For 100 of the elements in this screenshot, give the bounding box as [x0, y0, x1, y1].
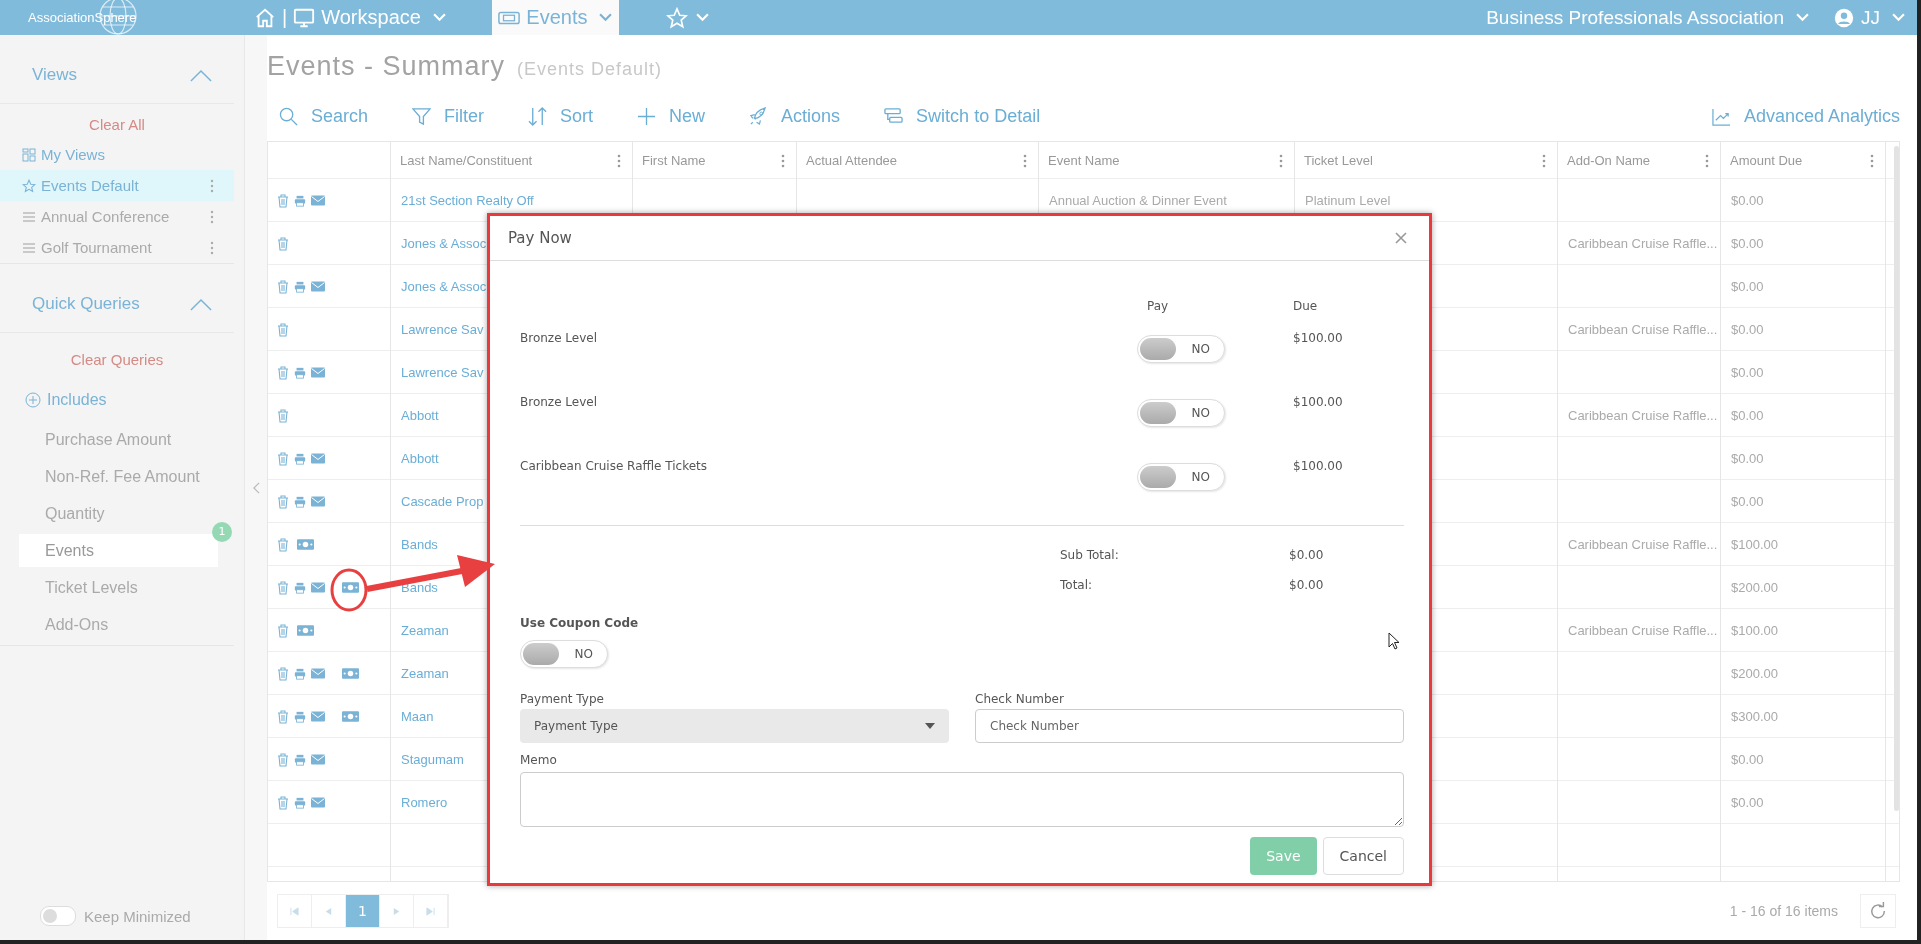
view-item[interactable]: Annual Conference [0, 201, 234, 232]
query-item[interactable]: Ticket Levels [19, 571, 218, 604]
constituent-link[interactable]: 21st Section Realty Off [401, 193, 534, 208]
query-item[interactable]: Purchase Amount [19, 423, 218, 456]
home-icon[interactable] [254, 6, 276, 29]
column-header[interactable]: Event Name [1048, 153, 1120, 168]
chevron-up-icon[interactable] [190, 297, 212, 311]
query-item[interactable]: Events [19, 534, 218, 567]
constituent-link[interactable]: Lawrence Sav [401, 365, 484, 380]
printer-icon[interactable] [294, 451, 306, 466]
constituent-link[interactable]: Lawrence Sav [401, 322, 484, 337]
keep-minimized-switch[interactable] [40, 906, 76, 926]
trash-icon[interactable] [277, 752, 289, 767]
includes-toggle[interactable]: Includes [0, 380, 107, 420]
logo-text[interactable]: AssociationSphere [28, 10, 137, 25]
printer-icon[interactable] [294, 580, 306, 595]
constituent-link[interactable]: Jones & Assoc [401, 236, 487, 251]
column-menu-icon[interactable] [1542, 153, 1546, 168]
pay-toggle[interactable]: NO [1137, 399, 1225, 427]
envelope-icon[interactable] [311, 797, 325, 808]
toolbar-button[interactable]: Sort [528, 105, 594, 127]
column-menu-icon[interactable] [1870, 153, 1874, 168]
constituent-link[interactable]: Bands [401, 537, 438, 552]
constituent-link[interactable]: Romero [401, 795, 448, 810]
trash-icon[interactable] [277, 623, 289, 638]
page-button[interactable]: 1 [346, 895, 380, 927]
constituent-link[interactable]: Abbott [401, 451, 439, 466]
chevron-up-icon[interactable] [190, 68, 212, 82]
constituent-link[interactable]: Stagumam [401, 752, 464, 767]
view-item[interactable]: Golf Tournament [0, 232, 234, 263]
envelope-icon[interactable] [311, 668, 325, 679]
payment-type-select[interactable]: Payment Type [520, 709, 949, 743]
envelope-icon[interactable] [311, 453, 325, 464]
toolbar-button[interactable]: Search [279, 105, 369, 127]
column-header[interactable]: Add-On Name [1567, 153, 1651, 168]
refresh-button[interactable] [1860, 894, 1896, 928]
cancel-button[interactable]: Cancel [1322, 837, 1404, 875]
clear-queries-link[interactable]: Clear Queries [70, 351, 164, 368]
trash-icon[interactable] [277, 580, 289, 595]
column-header[interactable]: First Name [642, 153, 706, 168]
toolbar-button[interactable]: Actions [749, 105, 841, 127]
view-item[interactable]: Events Default [0, 170, 234, 201]
close-icon[interactable] [1395, 232, 1407, 244]
analytics-button[interactable]: Advanced Analytics [1711, 105, 1900, 127]
printer-icon[interactable] [294, 795, 306, 810]
organization-menu[interactable]: Business Professionals Association [1486, 0, 1809, 35]
trash-icon[interactable] [277, 537, 289, 552]
cash-icon[interactable] [342, 711, 359, 722]
more-icon[interactable] [210, 240, 214, 255]
toolbar-button[interactable]: New [637, 105, 706, 127]
printer-icon[interactable] [294, 666, 306, 681]
trash-icon[interactable] [277, 279, 289, 294]
column-menu-icon[interactable] [1705, 153, 1709, 168]
cash-icon[interactable] [342, 582, 359, 593]
trash-icon[interactable] [277, 494, 289, 509]
trash-icon[interactable] [277, 408, 289, 423]
column-header[interactable]: Ticket Level [1304, 153, 1373, 168]
clear-all-link[interactable]: Clear All [89, 116, 145, 133]
column-menu-icon[interactable] [617, 153, 621, 168]
printer-icon[interactable] [294, 365, 306, 380]
envelope-icon[interactable] [311, 367, 325, 378]
envelope-icon[interactable] [311, 195, 325, 206]
column-header[interactable]: Amount Due [1730, 153, 1803, 168]
printer-icon[interactable] [294, 279, 306, 294]
constituent-link[interactable]: Abbott [401, 408, 439, 423]
trash-icon[interactable] [277, 709, 289, 724]
pay-toggle[interactable]: NO [1137, 335, 1225, 363]
query-item[interactable]: Add-Ons [19, 608, 218, 641]
constituent-link[interactable]: Zeaman [401, 666, 449, 681]
trash-icon[interactable] [277, 193, 289, 208]
toolbar-button[interactable]: Switch to Detail [884, 105, 1041, 127]
trash-icon[interactable] [277, 322, 289, 337]
envelope-icon[interactable] [311, 582, 325, 593]
toolbar-button[interactable]: Filter [412, 105, 485, 127]
envelope-icon[interactable] [311, 754, 325, 765]
more-icon[interactable] [210, 178, 214, 193]
trash-icon[interactable] [277, 666, 289, 681]
column-header[interactable]: Actual Attendee [806, 153, 898, 168]
cash-icon[interactable] [297, 625, 314, 636]
view-item[interactable]: My Views [0, 139, 234, 170]
printer-icon[interactable] [294, 193, 306, 208]
envelope-icon[interactable] [311, 496, 325, 507]
coupon-toggle[interactable]: NO [520, 640, 608, 668]
trash-icon[interactable] [277, 451, 289, 466]
trash-icon[interactable] [277, 365, 289, 380]
constituent-link[interactable]: Maan [401, 709, 434, 724]
cash-icon[interactable] [297, 539, 314, 550]
envelope-icon[interactable] [311, 711, 325, 722]
memo-field[interactable] [520, 772, 1404, 827]
cash-icon[interactable] [342, 668, 359, 679]
printer-icon[interactable] [294, 709, 306, 724]
scrollbar[interactable] [1894, 146, 1899, 811]
trash-icon[interactable] [277, 236, 289, 251]
user-menu[interactable]: JJ [1833, 0, 1905, 35]
constituent-link[interactable]: Jones & Assoc [401, 279, 487, 294]
column-menu-icon[interactable] [781, 153, 785, 168]
more-icon[interactable] [210, 209, 214, 224]
events-tab[interactable]: Events [491, 0, 619, 35]
column-menu-icon[interactable] [1279, 153, 1283, 168]
column-menu-icon[interactable] [1023, 153, 1027, 168]
